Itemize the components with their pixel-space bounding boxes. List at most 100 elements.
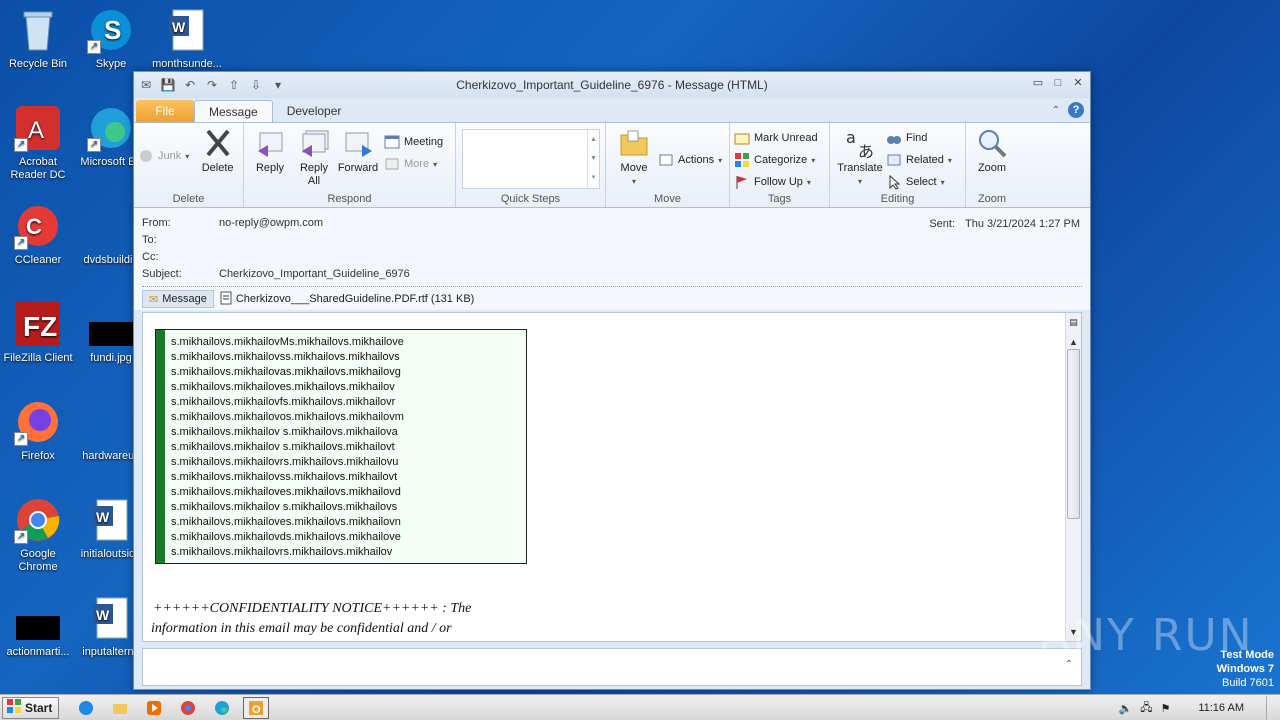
more-button[interactable]: More ▾ <box>384 153 443 175</box>
edge-icon: ↗ <box>87 104 135 152</box>
volume-icon[interactable]: 🔈 <box>1118 702 1132 715</box>
start-button[interactable]: Start <box>2 696 60 719</box>
explorer-taskbar-icon[interactable] <box>107 697 133 719</box>
body-line: s.mikhailovs.mikhailovrs.mikhailovs.mikh… <box>171 546 393 558</box>
from-value[interactable]: no-reply@owpm.com <box>219 217 323 229</box>
redo-icon[interactable]: ↷ <box>204 77 220 93</box>
down-arrow-icon[interactable]: ⇩ <box>248 77 264 93</box>
recycle-bin-icon <box>14 6 62 54</box>
reply-all-icon <box>298 127 330 159</box>
reply-button[interactable]: Reply <box>248 127 292 188</box>
scroll-up-arrow[interactable]: ▲ <box>1066 335 1081 349</box>
image-file-icon <box>14 594 62 642</box>
word-document-icon: W <box>87 594 135 642</box>
group-zoom: Zoom Zoom <box>966 123 1018 207</box>
skype-icon: S ↗ <box>87 6 135 54</box>
help-icon[interactable]: ? <box>1068 102 1084 118</box>
media-player-taskbar-icon[interactable] <box>141 697 167 719</box>
desktop-icon-ccleaner[interactable]: C ↗ CCleaner <box>0 202 76 267</box>
envelope-icon: ✉ <box>149 293 159 306</box>
tab-message[interactable]: Message <box>194 100 273 122</box>
actions-button[interactable]: Actions ▾ <box>658 149 722 171</box>
confidentiality-notice: ++++++CONFIDENTIALITY NOTICE++++++ : The… <box>151 601 472 636</box>
acrobat-icon: A ↗ <box>14 104 62 152</box>
body-lines: s.mikhailovs.mikhailovMs.mikhailovs.mikh… <box>156 330 526 560</box>
move-button[interactable]: Move ▾ <box>610 127 658 188</box>
image-file-icon <box>87 300 135 348</box>
body-line: s.mikhailovs.mikhailovMs.mikhailovs.mikh… <box>171 336 404 348</box>
desktop-icon-firefox[interactable]: ↗ Firefox <box>0 398 76 463</box>
message-tab[interactable]: ✉ Message <box>142 290 214 308</box>
tab-developer[interactable]: Developer <box>273 100 356 122</box>
message-body[interactable]: s.mikhailovs.mikhailovMs.mikhailovs.mikh… <box>142 312 1082 642</box>
svg-text:FZ: FZ <box>23 311 57 342</box>
delete-button[interactable]: Delete <box>196 127 239 175</box>
minimize-button[interactable]: ▭ <box>1030 76 1046 90</box>
collapse-ribbon-icon[interactable]: ⌃ <box>1052 105 1060 116</box>
undo-icon[interactable]: ↶ <box>182 77 198 93</box>
save-icon[interactable]: 💾 <box>160 77 176 93</box>
junk-button[interactable]: Junk ▾ <box>138 145 196 167</box>
flag-icon <box>734 174 750 190</box>
categorize-button[interactable]: Categorize ▾ <box>734 149 825 171</box>
mark-unread-button[interactable]: Mark Unread <box>734 127 825 149</box>
vertical-scrollbar[interactable]: ▤ ▲ ▼ <box>1065 313 1081 641</box>
forward-icon <box>342 127 374 159</box>
body-line: s.mikhailovs.mikhailov s.mikhailovs.mikh… <box>171 441 395 453</box>
close-button[interactable]: ✕ <box>1070 76 1086 90</box>
show-desktop-button[interactable] <box>1266 696 1274 720</box>
more-icon <box>384 156 400 172</box>
ribbon: Junk ▾ Delete Delete Reply Reply All For… <box>134 122 1090 208</box>
desktop-icon-skype[interactable]: S ↗ Skype <box>73 6 149 71</box>
edge-taskbar-icon[interactable] <box>209 697 235 719</box>
forward-button[interactable]: Forward <box>336 127 380 188</box>
desktop-icon-recycle-bin[interactable]: Recycle Bin <box>0 6 76 71</box>
scroll-thumb[interactable] <box>1067 349 1080 519</box>
chrome-icon: ↗ <box>14 496 62 544</box>
follow-up-button[interactable]: Follow Up ▾ <box>734 171 825 193</box>
file-icon <box>87 398 135 446</box>
test-mode-text: Test Mode Windows 7 Build 7601 <box>1216 649 1274 689</box>
desktop-icon-acrobat[interactable]: A ↗ Acrobat Reader DC <box>0 104 76 182</box>
mark-unread-icon <box>734 130 750 146</box>
desktop-icon-filezilla[interactable]: FZ FileZilla Client <box>0 300 76 365</box>
filezilla-icon: FZ <box>14 300 62 348</box>
network-icon[interactable]: 🖧 <box>1140 699 1152 718</box>
rtf-file-icon <box>220 291 232 308</box>
customize-qat-icon[interactable]: ▾ <box>270 77 286 93</box>
clock[interactable]: 11:16 AM <box>1198 702 1244 714</box>
tab-file[interactable]: File <box>136 100 194 122</box>
scroll-options-icon[interactable]: ▤ <box>1066 315 1081 329</box>
up-arrow-icon[interactable]: ⇧ <box>226 77 242 93</box>
desktop-icon-chrome[interactable]: ↗ Google Chrome <box>0 496 76 574</box>
windows-logo-icon <box>6 698 22 717</box>
group-tags: Mark Unread Categorize ▾ Follow Up ▾ Tags <box>730 123 830 207</box>
outlook-taskbar-icon[interactable]: O <box>243 696 270 719</box>
related-button[interactable]: Related ▾ <box>886 149 952 171</box>
zoom-button[interactable]: Zoom <box>970 127 1014 175</box>
svg-text:あ: あ <box>858 142 874 159</box>
select-button[interactable]: Select ▾ <box>886 171 952 193</box>
flag-icon[interactable]: ⚑ <box>1160 702 1170 715</box>
attachment-item[interactable]: Cherkizovo___SharedGuideline.PDF.rtf (13… <box>220 291 474 308</box>
desktop-icon-word-doc[interactable]: W monthsunde... <box>149 6 225 71</box>
reply-all-button[interactable]: Reply All <box>292 127 336 188</box>
body-line: s.mikhailovs.mikhailoves.mikhailovs.mikh… <box>171 381 395 393</box>
svg-text:O: O <box>252 704 261 716</box>
find-button[interactable]: Find <box>886 127 952 149</box>
meeting-button[interactable]: Meeting <box>384 131 443 153</box>
categorize-icon <box>734 152 750 168</box>
envelope-icon: ✉ <box>140 78 152 92</box>
body-line: s.mikhailovs.mikhailov s.mikhailovs.mikh… <box>171 426 398 438</box>
desktop-icon-actionmarti[interactable]: actionmarti... <box>0 594 76 659</box>
maximize-button[interactable]: □ <box>1050 76 1066 90</box>
translate-icon: aあ <box>844 127 876 161</box>
chrome-taskbar-icon[interactable] <box>175 697 201 719</box>
svg-text:W: W <box>172 19 186 35</box>
quick-steps-gallery[interactable]: ▲ ▼ ▾ <box>462 129 600 189</box>
move-folder-icon <box>618 127 650 159</box>
translate-button[interactable]: aあ Translate ▾ <box>834 127 886 193</box>
ie-taskbar-icon[interactable] <box>73 697 99 719</box>
taskbar: Start O 🔈 🖧 ⚑ 11:16 AM <box>0 694 1280 720</box>
svg-text:C: C <box>26 214 42 239</box>
